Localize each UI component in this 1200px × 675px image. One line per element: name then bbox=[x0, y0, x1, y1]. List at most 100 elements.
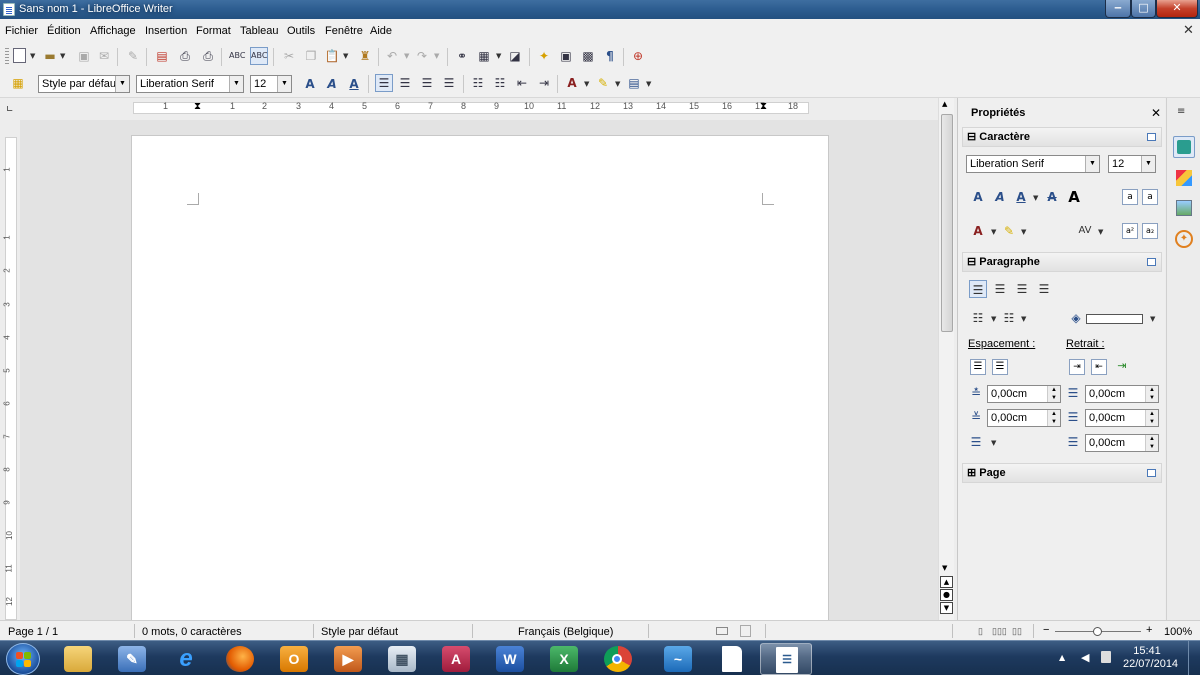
navigator-tab-icon[interactable]: ✦ bbox=[1175, 230, 1193, 248]
open-folder-icon[interactable]: ▬ bbox=[42, 48, 58, 64]
menu-edition[interactable]: Édition bbox=[47, 25, 81, 37]
highlight-icon[interactable]: ✎ bbox=[595, 75, 611, 91]
more-options-icon[interactable] bbox=[1147, 258, 1156, 266]
minimize-button[interactable]: ‒ bbox=[1105, 0, 1131, 18]
underline-icon[interactable]: A bbox=[346, 76, 362, 92]
taskbar-internet-explorer[interactable]: e bbox=[160, 643, 212, 675]
bullets-icon[interactable]: ☷ bbox=[492, 75, 508, 91]
chevron-down-icon[interactable]: ▼ bbox=[1098, 228, 1103, 236]
chevron-down-icon[interactable]: ▼ bbox=[991, 315, 996, 323]
more-options-icon[interactable] bbox=[1147, 469, 1156, 477]
chevron-down-icon[interactable]: ▼ bbox=[991, 439, 996, 447]
align-left-icon[interactable]: ☰ bbox=[969, 280, 987, 298]
maximize-button[interactable]: □ bbox=[1131, 0, 1156, 18]
italic-icon[interactable]: A bbox=[324, 76, 340, 92]
cut-icon[interactable]: ✂ bbox=[281, 48, 297, 64]
highlight-icon[interactable]: ✎ bbox=[1000, 222, 1018, 240]
font-name-select[interactable]: Liberation Serif ▼ bbox=[136, 75, 244, 93]
sidebar-menu-icon[interactable]: ≡ bbox=[1177, 106, 1185, 117]
decrease-font-icon[interactable]: a bbox=[1142, 189, 1158, 205]
network-icon[interactable] bbox=[1101, 651, 1111, 663]
chevron-down-icon[interactable]: ▼ bbox=[1141, 156, 1155, 172]
align-center-icon[interactable]: ☰ bbox=[397, 75, 413, 91]
tab-stop-selector[interactable]: ∟ bbox=[6, 105, 14, 115]
chevron-down-icon[interactable]: ▼ bbox=[1021, 315, 1026, 323]
strikethrough-icon[interactable]: A bbox=[1043, 188, 1061, 206]
gallery-tab-icon[interactable] bbox=[1176, 200, 1192, 216]
export-pdf-icon[interactable]: ▤ bbox=[154, 48, 170, 64]
styles-tab-icon[interactable] bbox=[1176, 170, 1192, 186]
document-modified-icon[interactable] bbox=[740, 625, 751, 637]
zoom-out-button[interactable]: − bbox=[1043, 624, 1049, 636]
next-page-icon[interactable]: ▼ bbox=[940, 602, 953, 614]
zoom-in-button[interactable]: + bbox=[1146, 624, 1152, 636]
scroll-down-icon[interactable]: ▼ bbox=[942, 564, 947, 572]
menu-affichage[interactable]: Affichage bbox=[90, 25, 136, 37]
decrease-indent-icon[interactable]: ⇤ bbox=[1091, 359, 1107, 375]
table-icon[interactable]: ▦ bbox=[476, 48, 492, 64]
font-size-select[interactable]: 12 ▼ bbox=[250, 75, 292, 93]
menu-fichier[interactable]: Fichier bbox=[5, 25, 38, 37]
undo-icon[interactable]: ↶ bbox=[384, 48, 400, 64]
italic-icon[interactable]: A bbox=[991, 188, 1009, 206]
taskbar-chrome[interactable] bbox=[592, 643, 644, 675]
save-icon[interactable]: ▣ bbox=[76, 48, 92, 64]
numbering-icon[interactable]: ☷ bbox=[1000, 309, 1018, 327]
menu-tableau[interactable]: Tableau bbox=[240, 25, 279, 37]
chevron-down-icon[interactable]: ▼ bbox=[343, 52, 348, 60]
paragraph-background-icon[interactable]: ◈ bbox=[1067, 309, 1085, 327]
after-text-indent-field[interactable]: 0,00cm ▲ ▼ bbox=[1085, 409, 1159, 427]
close-window-button[interactable]: ✕ bbox=[1156, 0, 1198, 18]
bold-icon[interactable]: A bbox=[969, 188, 987, 206]
section-caractere[interactable]: ⊟ Caractère bbox=[962, 127, 1162, 147]
hyperlink-icon[interactable]: ⚭ bbox=[454, 48, 470, 64]
volume-icon[interactable]: ◀ bbox=[1081, 651, 1089, 664]
section-paragraphe[interactable]: ⊟ Paragraphe bbox=[962, 252, 1162, 272]
line-spacing-icon[interactable]: ☰ bbox=[967, 433, 985, 451]
copy-icon[interactable]: ❐ bbox=[303, 48, 319, 64]
word-count[interactable]: 0 mots, 0 caractères bbox=[142, 626, 242, 638]
taskbar-app[interactable]: ~ bbox=[652, 643, 704, 675]
chevron-down-icon[interactable]: ▼ bbox=[1150, 315, 1155, 323]
chevron-down-icon[interactable]: ▼ bbox=[229, 76, 243, 92]
indent-marker-icon[interactable]: ⧗ bbox=[194, 101, 201, 112]
gallery-icon[interactable]: ▣ bbox=[558, 48, 574, 64]
autospellcheck-icon[interactable]: ABC bbox=[250, 47, 268, 65]
taskbar-firefox[interactable] bbox=[214, 643, 266, 675]
taskbar-outlook[interactable]: O bbox=[268, 643, 320, 675]
new-document-icon[interactable] bbox=[13, 48, 26, 63]
align-center-icon[interactable]: ☰ bbox=[991, 280, 1009, 298]
print-icon[interactable]: ⎙ bbox=[177, 48, 193, 64]
font-color-icon[interactable]: A bbox=[564, 75, 580, 91]
previous-page-icon[interactable]: ▲ bbox=[940, 576, 953, 588]
chevron-down-icon[interactable]: ▼ bbox=[1085, 156, 1099, 172]
close-document-button[interactable]: ✕ bbox=[1183, 22, 1194, 38]
increase-indent-icon[interactable]: ⇥ bbox=[1069, 359, 1085, 375]
taskbar-app[interactable]: ✎ bbox=[106, 643, 158, 675]
clone-formatting-icon[interactable]: ♜ bbox=[357, 48, 373, 64]
redo-icon[interactable]: ↷ bbox=[414, 48, 430, 64]
taskbar-calculator[interactable]: ▦ bbox=[376, 643, 428, 675]
align-right-icon[interactable]: ☰ bbox=[419, 75, 435, 91]
increase-indent-icon[interactable]: ⇥ bbox=[536, 75, 552, 91]
book-view-icon[interactable]: ▯▯ bbox=[1012, 626, 1022, 637]
font-color-icon[interactable]: A bbox=[969, 222, 987, 240]
spinner-icon[interactable]: ▲ ▼ bbox=[1145, 386, 1158, 402]
justify-icon[interactable]: ☰ bbox=[1035, 280, 1053, 298]
align-right-icon[interactable]: ☰ bbox=[1013, 280, 1031, 298]
numbering-icon[interactable]: ☷ bbox=[470, 75, 486, 91]
show-hidden-icons[interactable]: ▲ bbox=[1059, 653, 1065, 662]
right-indent-marker-icon[interactable]: ⧗ bbox=[760, 101, 767, 112]
above-paragraph-spacing-field[interactable]: 0,00cm ▲ ▼ bbox=[987, 385, 1061, 403]
increase-font-icon[interactable]: a bbox=[1122, 189, 1138, 205]
multi-page-view-icon[interactable]: ▯▯▯ bbox=[992, 626, 1007, 637]
menu-aide[interactable]: Aide bbox=[370, 25, 392, 37]
decrease-spacing-icon[interactable]: ☰ bbox=[992, 359, 1008, 375]
chevron-down-icon[interactable]: ▼ bbox=[496, 52, 501, 60]
styles-icon[interactable]: ▦ bbox=[10, 75, 26, 91]
taskbar-word[interactable]: W bbox=[484, 643, 536, 675]
page-count[interactable]: Page 1 / 1 bbox=[8, 626, 58, 638]
align-left-icon[interactable]: ☰ bbox=[375, 74, 393, 92]
menu-outils[interactable]: Outils bbox=[287, 25, 315, 37]
spinner-icon[interactable]: ▲ ▼ bbox=[1145, 435, 1158, 451]
